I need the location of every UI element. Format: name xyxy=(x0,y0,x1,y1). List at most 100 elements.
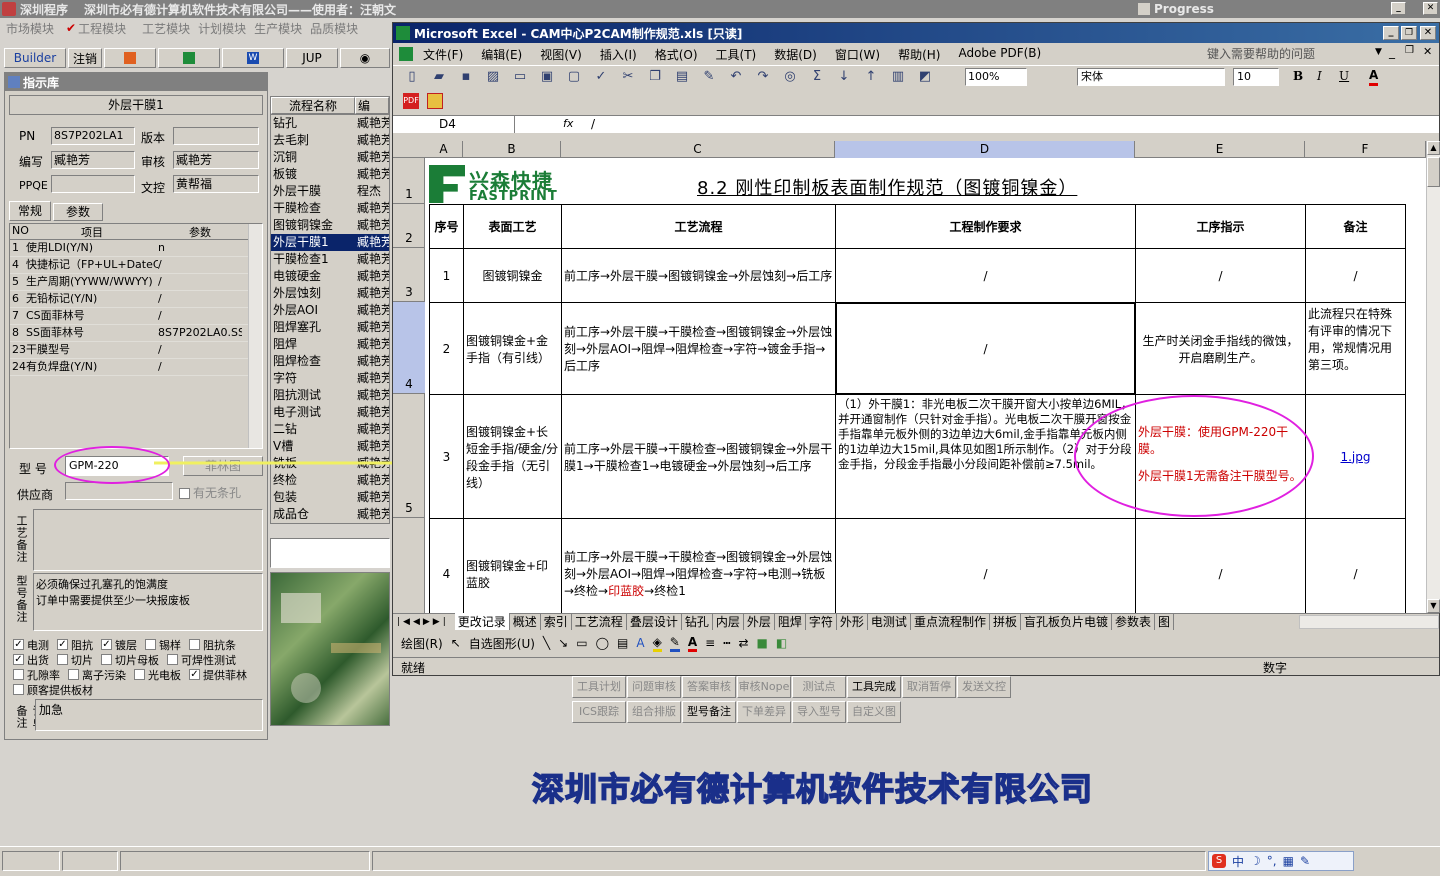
autosum-icon[interactable]: Σ xyxy=(806,69,828,84)
no-pad-checkbox[interactable]: 有无条孔 xyxy=(179,484,241,501)
excel-maximize-button[interactable]: ❐ xyxy=(1401,26,1417,40)
flow-row[interactable]: 二钻 臧艳芳 xyxy=(271,421,389,438)
action-button[interactable]: 组合排版 xyxy=(627,701,681,723)
row-header[interactable]: 5 xyxy=(393,394,425,518)
flow-row[interactable]: 外层干膜 程杰 xyxy=(271,183,389,200)
cell-requirement[interactable]: / xyxy=(835,248,1136,303)
sheet-tab[interactable]: 外层 xyxy=(744,613,775,630)
action-button[interactable]: 发送文控 xyxy=(957,676,1011,698)
cell-instruction[interactable]: / xyxy=(1135,248,1306,303)
cell-flow[interactable]: 前工序→外层干膜→干膜检查→图镀铜镍金→外层蚀刻→外层AOI→阻焊→阻焊检查→字… xyxy=(561,302,836,395)
column-header[interactable]: B xyxy=(463,141,561,158)
redo-icon[interactable]: ↷ xyxy=(752,69,774,84)
cell-seq[interactable]: 1 xyxy=(429,248,464,303)
table-header[interactable]: 备注 xyxy=(1305,204,1406,249)
grid-scrollbar[interactable] xyxy=(248,224,262,448)
draw-font-color-icon[interactable]: A xyxy=(687,635,698,652)
fill-color-icon[interactable]: ◈ xyxy=(652,635,662,652)
word-icon[interactable]: W xyxy=(222,48,284,68)
flow-row[interactable]: 阻抗测试 臧艳芳 xyxy=(271,387,389,404)
excel-menu-item[interactable]: Adobe PDF(B) xyxy=(958,46,1041,63)
flow-row[interactable]: 钻孔 臧艳芳 xyxy=(271,115,389,132)
print-icon[interactable]: ▣ xyxy=(536,69,558,84)
flow-header-editor[interactable]: 编 xyxy=(355,97,389,114)
cell-note-link[interactable]: 1.jpg xyxy=(1305,394,1406,519)
grid-row[interactable]: 4 快捷标记（FP+UL+DateC / xyxy=(10,257,262,274)
doc-restore-icon[interactable]: ❐ xyxy=(1405,45,1414,56)
menu-plan[interactable]: 计划模块 xyxy=(198,20,246,37)
grid-row[interactable]: 8 SS面菲林号 8S7P202LA0.SS2 xyxy=(10,325,262,342)
logout-button[interactable]: 注销 xyxy=(68,48,102,68)
cell-requirement-active[interactable]: / xyxy=(835,302,1136,395)
sheet-tab[interactable]: 索引 xyxy=(541,613,572,630)
sheet-tab[interactable]: 更改记录 xyxy=(454,613,510,630)
sheet-tab[interactable]: 拼板 xyxy=(990,613,1021,630)
process-note-field[interactable] xyxy=(33,509,263,571)
bold-button[interactable]: B xyxy=(1293,69,1303,83)
ppqe-field[interactable] xyxy=(51,175,135,193)
option-checkbox[interactable]: 孔隙率 xyxy=(13,667,60,683)
oval-tool-icon[interactable]: ◯ xyxy=(596,636,609,650)
option-checkbox[interactable]: ✓ 出货 xyxy=(13,652,49,668)
cell-flow[interactable]: 前工序→外层干膜→图镀铜镍金→外层蚀刻→后工序 xyxy=(561,248,836,303)
chart-icon[interactable]: ▥ xyxy=(887,69,909,84)
table-header[interactable]: 表面工艺 xyxy=(463,204,562,249)
table-header[interactable]: 工程制作要求 xyxy=(835,204,1136,249)
excel-menu-item[interactable]: 插入(I) xyxy=(600,46,637,63)
action-button[interactable]: 审核Nope xyxy=(737,676,791,698)
cell-instruction[interactable]: 生产时关闭金手指线的微蚀，开启磨刷生产。 xyxy=(1135,302,1306,395)
help-search-input[interactable]: 键入需要帮助的问题 xyxy=(1203,45,1373,63)
menu-market[interactable]: 市场模块 xyxy=(6,20,54,37)
tab-general[interactable]: 常规 xyxy=(9,201,51,221)
table-header[interactable]: 工艺流程 xyxy=(561,204,836,249)
model-note-field[interactable]: 必须确保过孔塞孔的饱满度 订单中需要提供至少一块报废板 xyxy=(33,573,263,631)
font-name-select[interactable]: 宋体 xyxy=(1077,68,1225,86)
menu-engineering[interactable]: 工程模块 xyxy=(78,20,126,37)
flow-row[interactable]: 外层蚀刻 臧艳芳 xyxy=(271,285,389,302)
excel-close-button[interactable]: ✕ xyxy=(1420,26,1436,40)
excel-menu-item[interactable]: 编辑(E) xyxy=(481,46,522,63)
cut-icon[interactable]: ✂ xyxy=(617,69,639,84)
flow-row[interactable]: 成品仓 臧艳芳 xyxy=(271,506,389,523)
cell-note[interactable]: / xyxy=(1305,248,1406,303)
column-header[interactable]: E xyxy=(1135,141,1305,158)
flow-row[interactable]: 电镀硬金 臧艳芳 xyxy=(271,268,389,285)
3d-icon[interactable]: ◧ xyxy=(776,636,787,650)
cell-process[interactable]: 图镀铜镍金+金手指（有引线） xyxy=(463,302,562,395)
cell-requirement[interactable]: / xyxy=(835,518,1136,613)
excel-minimize-button[interactable]: _ xyxy=(1383,26,1399,40)
sheet-tab[interactable]: 参数表 xyxy=(1112,613,1155,630)
sheet-tab[interactable]: 阻焊 xyxy=(775,613,806,630)
arrow-tool-icon[interactable]: ↘ xyxy=(558,636,568,650)
grid-row[interactable]: 23 干膜型号 / xyxy=(10,342,262,359)
excel-menu-item[interactable]: 视图(V) xyxy=(540,46,582,63)
zoom-select[interactable]: 100% xyxy=(965,68,1027,86)
cell-seq[interactable]: 4 xyxy=(429,518,464,613)
permission-icon[interactable]: ▨ xyxy=(482,69,504,84)
option-checkbox[interactable]: 光电板 xyxy=(134,667,181,683)
action-button[interactable]: ICS跟踪 xyxy=(572,701,626,723)
table-header[interactable]: 序号 xyxy=(429,204,464,249)
excel-menu-item[interactable]: 文件(F) xyxy=(423,46,463,63)
option-checkbox[interactable]: 可焊性测试 xyxy=(167,652,236,668)
cell-process[interactable]: 图镀铜镍金+长短金手指/硬金/分段金手指（无引线） xyxy=(463,394,562,519)
dash-style-icon[interactable]: ┅ xyxy=(723,636,730,650)
action-button[interactable]: 答案审核 xyxy=(682,676,736,698)
flow-row[interactable]: 字符 臧艳芳 xyxy=(271,370,389,387)
action-button[interactable]: 自定义图 xyxy=(847,701,901,723)
cell-note[interactable]: 此流程只在特殊有评审的情况下用，常规情况用第三项。 xyxy=(1305,302,1406,395)
reviewer-field[interactable]: 臧艳芳 xyxy=(173,151,259,169)
grid-row[interactable]: 5 生产周期(YYWW/WWYY) / xyxy=(10,274,262,291)
flow-search-field[interactable] xyxy=(270,538,390,568)
option-checkbox[interactable]: ✓ 阻抗 xyxy=(57,637,93,653)
mail-icon[interactable]: ▭ xyxy=(509,69,531,84)
cell-seq[interactable]: 2 xyxy=(429,302,464,395)
new-icon[interactable]: ▯ xyxy=(401,69,423,84)
flow-row[interactable]: 干膜检查1 臧艳芳 xyxy=(271,251,389,268)
row-header[interactable]: 2 xyxy=(393,204,425,248)
preview-icon[interactable]: ▢ xyxy=(563,69,585,84)
doc-close-icon[interactable]: ✕ xyxy=(1423,45,1432,58)
flow-row[interactable]: 外层AOI 臧艳芳 xyxy=(271,302,389,319)
action-button[interactable]: 工具计划 xyxy=(572,676,626,698)
flow-row[interactable]: 阻焊检查 臧艳芳 xyxy=(271,353,389,370)
